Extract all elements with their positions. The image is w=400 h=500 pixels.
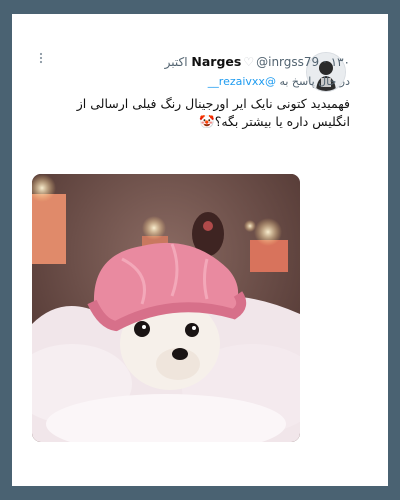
- tweet-text-line-1: فهمیدید کتونی نایک ایر اورجینال رنگ فیلی…: [76, 96, 350, 111]
- more-options-button[interactable]: [36, 52, 46, 65]
- tweet-media-image[interactable]: [32, 174, 300, 442]
- tweet-text-line-2: انگلیس داره یا بیشتر بگه؟🤡: [199, 114, 350, 129]
- tweet-body: فهمیدید کتونی نایک ایر اورجینال رنگ فیلی…: [50, 95, 350, 131]
- reply-mention-link[interactable]: @rezaivxx__: [208, 75, 276, 88]
- chihuahua-bath-illustration: [32, 174, 300, 442]
- author-handle[interactable]: @inrgss79: [256, 55, 319, 69]
- reply-context: در حال پاسخ به @rezaivxx__: [208, 75, 350, 88]
- tweet-header: Narges ♡ @inrgss79 · ۱۳۰ اکتبر: [165, 54, 350, 69]
- more-vertical-icon: [39, 52, 43, 64]
- reply-prefix: در حال پاسخ به: [279, 75, 350, 88]
- separator-dot: ·: [323, 55, 327, 69]
- white-heart-icon: ♡: [243, 55, 255, 69]
- author-name[interactable]: Narges: [191, 54, 241, 69]
